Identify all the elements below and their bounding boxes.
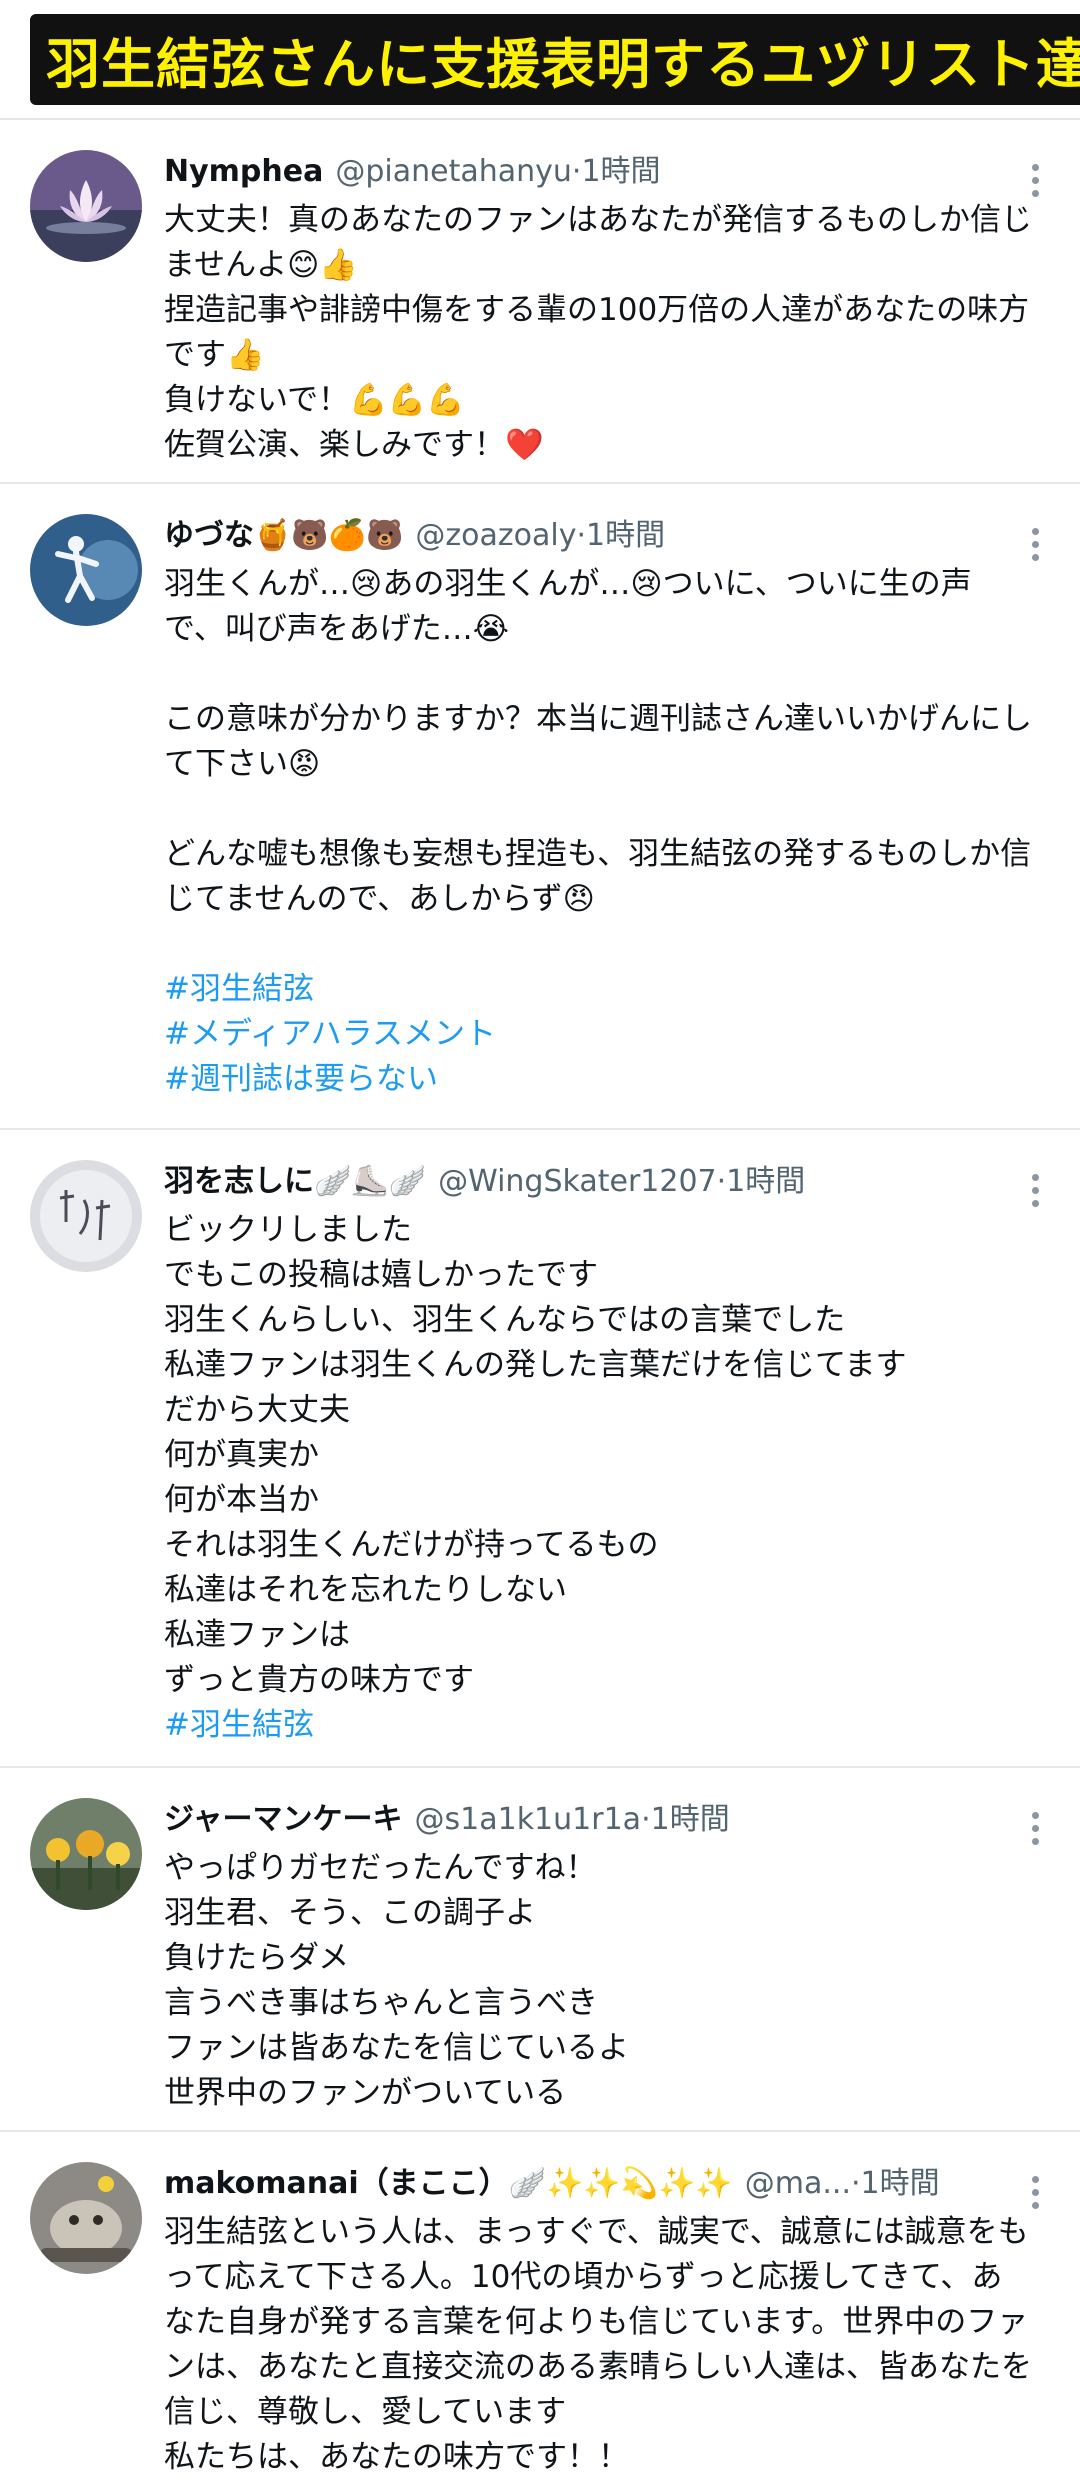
separator-dot: · [576,518,587,553]
text-line: ファンは皆あなたを信じているよ [164,2030,629,2066]
user-handle[interactable]: @zoazoaly [415,518,576,553]
post-header: 羽を志しに🪽⛸️🪽 @WingSkater1207·1時間 [164,1160,1010,1204]
text-line: ませんよ😊👍 [164,247,358,283]
text-line: 羽生君、そう、この調子よ [164,1895,536,1931]
more-options-icon[interactable] [1032,1174,1040,1207]
post-header: ゆづな🍯🐻🍊🐻 @zoazoaly·1時間 [164,514,1010,558]
text-line: 信じ、尊敬し、愛しています [164,2394,567,2430]
separator-dot: · [851,2166,861,2201]
text-line: 何が真実か [164,1437,319,1473]
avatar-animal[interactable] [30,2162,142,2274]
user-handle[interactable]: @ma... [745,2166,851,2201]
hashtag-link[interactable]: #週刊誌は要らない [164,1057,1010,1102]
text-line: 私達はそれを忘れたりしない [164,1572,567,1608]
text-line: この意味が分かりますか？本当に週刊誌さん達いいかげんにし [164,701,1032,737]
post-time[interactable]: 1時間 [651,1802,730,1837]
separator-dot: · [716,1164,727,1199]
text-line: で、叫び声をあげた…😭 [164,611,509,647]
post-text: ビックリしました でもこの投稿は嬉しかったです 羽生くんらしい、羽生くんならでは… [164,1208,1010,1748]
text-line: ビックリしました [164,1212,412,1248]
more-options-icon[interactable] [1032,2176,1040,2209]
text-line: どんな嘘も想像も妄想も捏造も、羽生結弦の発するものしか信 [164,836,1032,872]
hashtag-link[interactable]: #メディアハラスメント [164,1012,1010,1057]
text-line: じてませんので、あしからず😠 [164,881,595,917]
text-line: 私達ファンは羽生くんの発した言葉だけを信じてます [164,1347,907,1383]
text-line: だから大丈夫 [164,1392,350,1428]
avatar-calligraphy[interactable] [30,1160,142,1272]
post-item[interactable]: makomanai（まここ）🪽✨✨💫✨✨ @ma...·1時間 羽生結弦という人は… [0,2132,1080,2484]
text-line: やっぱりガセだったんですね！ [164,1850,597,1886]
post-text: 大丈夫！真のあなたのファンはあなたが発信するものしか信じ ませんよ😊👍 捏造記事… [164,198,1032,468]
post-time[interactable]: 1時間 [861,2166,940,2201]
post-time[interactable]: 1時間 [581,154,660,189]
post-header: makomanai（まここ）🪽✨✨💫✨✨ @ma...·1時間 [164,2162,1010,2206]
text-line: でもこの投稿は嬉しかったです [164,1257,598,1293]
post-header: Nymphea @pianetahanyu·1時間 [164,150,1010,194]
post-time[interactable]: 1時間 [726,1164,805,1199]
text-line: ンは、あなたと直接交流のある素晴らしい人達は、皆あなたを [164,2349,1032,2385]
text-line: ずっと貴方の味方です [164,1662,474,1698]
text-line: 負けたらダメ [164,1940,350,1976]
display-name[interactable]: Nymphea [164,154,323,189]
text-line: 羽生結弦という人は、まっすぐで、誠実で、誠意には誠意をも [164,2214,1029,2250]
avatar-lotus[interactable] [30,150,142,262]
post-text: 羽生結弦という人は、まっすぐで、誠実で、誠意には誠意をも って応えて下さる人。1… [164,2210,1032,2480]
user-handle[interactable]: @s1a1k1u1r1a [415,1802,642,1837]
text-line: 何が本当か [164,1482,319,1518]
more-options-icon[interactable] [1032,164,1040,197]
text-line: って応えて下さる人。10代の頃からずっと応援してきて、あ [164,2259,1003,2295]
text-line: それは羽生くんだけが持ってるもの [164,1527,659,1563]
hashtag-link[interactable]: #羽生結弦 [164,1703,1010,1748]
post-text: やっぱりガセだったんですね！ 羽生君、そう、この調子よ 負けたらダメ 言うべき事… [164,1846,1010,2116]
text-line: 言うべき事はちゃんと言うべき [164,1985,598,2021]
more-options-icon[interactable] [1032,1812,1040,1845]
display-name[interactable]: ジャーマンケーキ [164,1802,403,1837]
title-banner: 羽生結弦さんに支援表明するユヅリスト達 [0,0,1080,120]
hashtag-link[interactable]: #羽生結弦 [164,967,1010,1012]
text-line: 羽生くんが…😢あの羽生くんが…😢ついに、ついに生の声 [164,566,972,602]
user-handle[interactable]: @WingSkater1207 [438,1164,717,1199]
text-line: です👍 [164,337,265,373]
text-line: 世界中のファンがついている [164,2075,567,2111]
text-line: 大丈夫！真のあなたのファンはあなたが発信するものしか信じ [164,202,1032,238]
text-line: 私たちは、あなたの味方です！！ [164,2439,629,2475]
text-line: て下さい😡 [164,746,321,782]
post-item[interactable]: 羽を志しに🪽⛸️🪽 @WingSkater1207·1時間 ビックリしました でも… [0,1130,1080,1768]
banner-title: 羽生結弦さんに支援表明するユヅリスト達 [30,13,1080,105]
display-name[interactable]: 羽を志しに🪽⛸️🪽 [164,1164,426,1199]
display-name[interactable]: makomanai（まここ）🪽✨✨💫✨✨ [164,2166,733,2201]
avatar-skater[interactable] [30,514,142,626]
post-time[interactable]: 1時間 [586,518,665,553]
separator-dot: · [641,1802,651,1837]
avatar-flowers[interactable] [30,1798,142,1910]
text-line: 羽生くんらしい、羽生くんならではの言葉でした [164,1302,846,1338]
text-line: 負けないで！💪💪💪 [164,382,465,418]
post-item[interactable]: ジャーマンケーキ @s1a1k1u1r1a·1時間 やっぱりガセだったんですね！ … [0,1768,1080,2132]
text-line: なた自身が発する言葉を何よりも信じています。世界中のファ [164,2304,1029,2340]
post-item[interactable]: ゆづな🍯🐻🍊🐻 @zoazoaly·1時間 羽生くんが…😢あの羽生くんが…😢ついに… [0,484,1080,1130]
post-item[interactable]: Nymphea @pianetahanyu·1時間 大丈夫！真のあなたのファンはあ… [0,120,1080,484]
more-options-icon[interactable] [1032,528,1040,561]
display-name[interactable]: ゆづな🍯🐻🍊🐻 [164,518,403,553]
post-header: ジャーマンケーキ @s1a1k1u1r1a·1時間 [164,1798,1010,1842]
text-line: 佐賀公演、楽しみです！❤️ [164,427,544,463]
text-line: 私達ファンは [164,1617,350,1653]
post-text: 羽生くんが…😢あの羽生くんが…😢ついに、ついに生の声 で、叫び声をあげた…😭 こ… [164,562,1032,1102]
user-handle[interactable]: @pianetahanyu [335,154,572,189]
text-line: 捏造記事や誹謗中傷をする輩の100万倍の人達があなたの味方 [164,292,1030,328]
